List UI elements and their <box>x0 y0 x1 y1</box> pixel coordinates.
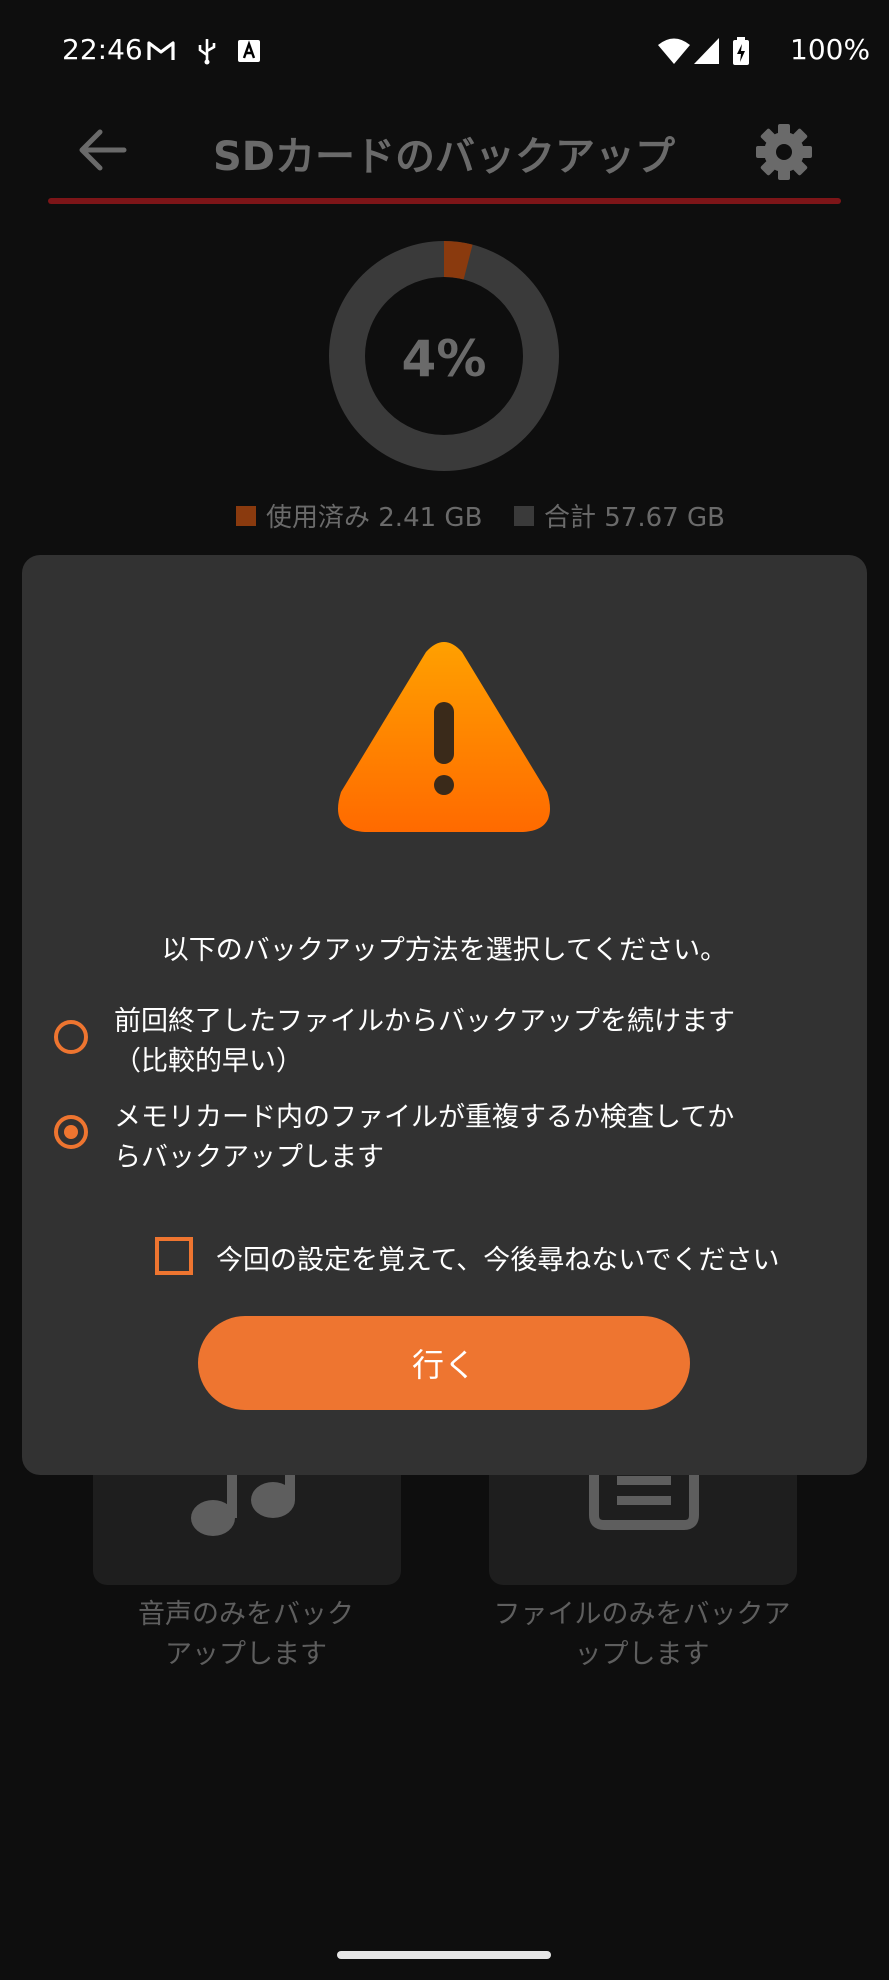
battery-percentage: 100% <box>790 33 871 66</box>
battery-charging-icon <box>733 37 749 65</box>
back-arrow-icon[interactable] <box>72 120 132 180</box>
legend-total-swatch <box>514 505 534 526</box>
remember-label[interactable]: 今回の設定を覚えて、今後尋ねないでください <box>216 1238 780 1277</box>
option-continue-line2: （比較的早い） <box>114 1046 303 1077</box>
gear-icon[interactable] <box>752 120 816 184</box>
legend-used-swatch <box>236 505 256 526</box>
option-verify-line2: らバックアップします <box>114 1142 384 1173</box>
audio-backup-card[interactable] <box>93 1460 401 1585</box>
go-button[interactable]: 行く <box>198 1316 690 1410</box>
progress-divider <box>48 198 841 204</box>
status-time: 22:46 <box>62 33 143 66</box>
audio-backup-label: 音声のみをバック アップします <box>138 1599 354 1670</box>
home-indicator[interactable] <box>337 1951 551 1959</box>
gmail-icon <box>147 41 175 60</box>
legend-used-label: 使用済み 2.41 GB <box>266 503 483 533</box>
option-verify-radio[interactable] <box>54 1115 88 1149</box>
font-icon <box>238 40 260 62</box>
signal-icon <box>694 38 719 64</box>
dialog-prompt: 以下のバックアップ方法を選択してください。 <box>161 935 728 966</box>
storage-percent: 4% <box>401 330 487 388</box>
radio-selected-dot <box>64 1125 78 1139</box>
page-title: SDカードのバックアップ <box>212 134 675 180</box>
radio-selected[interactable] <box>54 1115 88 1149</box>
wifi-icon <box>658 38 690 64</box>
option-verify-text[interactable]: メモリカード内のファイルが重複するか検査してか らバックアップします <box>114 1098 774 1178</box>
legend-total-label: 合計 57.67 GB <box>544 503 725 533</box>
status-bar: 22:46 100% <box>0 0 889 100</box>
file-backup-card[interactable] <box>489 1460 797 1585</box>
option-verify-line1: メモリカード内のファイルが重複するか検査してか <box>114 1102 735 1133</box>
option-continue-text[interactable]: 前回終了したファイルからバックアップを続けます （比較的早い） <box>114 1002 774 1082</box>
legend-used: 使用済み 2.41 GB <box>236 497 482 534</box>
file-backup-label: ファイルのみをバックア ップします <box>493 1599 791 1670</box>
radio-unselected[interactable] <box>54 1020 88 1054</box>
option-continue-line1: 前回終了したファイルからバックアップを続けます <box>114 1006 735 1037</box>
remember-checkbox[interactable] <box>155 1237 193 1275</box>
legend-total: 合計 57.67 GB <box>514 497 725 534</box>
usb-icon <box>198 39 216 65</box>
option-continue-radio[interactable] <box>54 1020 88 1054</box>
warning-icon <box>338 642 550 832</box>
